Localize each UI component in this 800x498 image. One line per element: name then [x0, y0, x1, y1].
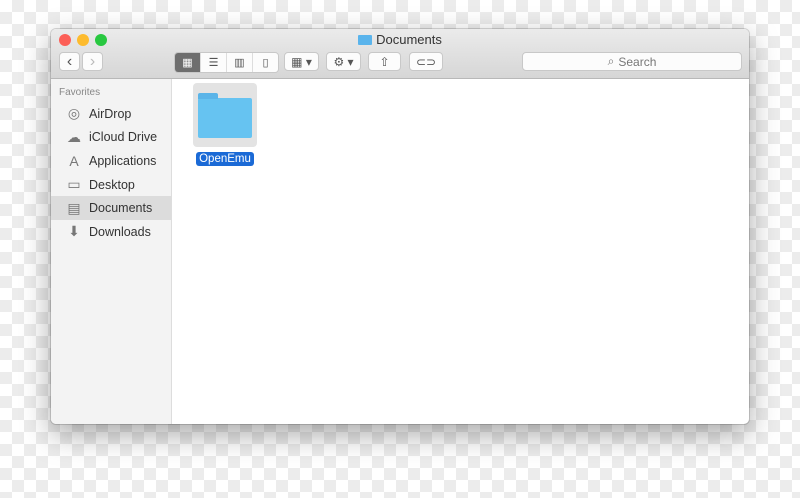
- finder-window: Documents ‹ › ▦ ☰ ▥ ▯ ▦ ▾ ⚙ ▾ ⇧ ⊂⊃ ⌕ Sear…: [51, 29, 749, 424]
- desktop-icon: ▭: [67, 176, 81, 193]
- arrange-button[interactable]: ▦ ▾: [284, 52, 319, 71]
- sidebar-item-label: Documents: [89, 201, 153, 216]
- sidebar-item-label: Downloads: [89, 224, 151, 239]
- view-mode-segment: ▦ ☰ ▥ ▯: [174, 52, 279, 73]
- file-name: OpenEmu: [196, 152, 254, 166]
- airdrop-icon: ◎: [67, 105, 81, 122]
- sidebar-item-documents[interactable]: ▤ Documents: [51, 196, 171, 220]
- search-icon: ⌕: [607, 54, 615, 68]
- title-text: Documents: [376, 32, 442, 47]
- sidebar: Favorites ◎ AirDrop ☁ iCloud Drive A Applic…: [51, 79, 172, 424]
- column-view-button[interactable]: ▥: [227, 53, 253, 72]
- sidebar-item-airdrop[interactable]: ◎ AirDrop: [51, 102, 171, 126]
- cloud-icon: ☁: [67, 128, 81, 145]
- sidebar-item-downloads[interactable]: ⬇ Downloads: [51, 220, 171, 244]
- tags-button[interactable]: ⊂⊃: [409, 52, 443, 71]
- window-title: Documents: [51, 32, 749, 47]
- downloads-icon: ⬇: [68, 223, 80, 240]
- folder-icon: [198, 93, 252, 138]
- toolbar: Documents ‹ › ▦ ☰ ▥ ▯ ▦ ▾ ⚙ ▾ ⇧ ⊂⊃ ⌕ Sear…: [51, 29, 749, 79]
- sidebar-item-label: iCloud Drive: [89, 130, 158, 145]
- sidebar-item-applications[interactable]: A Applications: [51, 149, 171, 173]
- action-gear-button[interactable]: ⚙ ▾: [326, 52, 361, 71]
- list-view-button[interactable]: ☰: [201, 53, 227, 72]
- sidebar-item-label: AirDrop: [89, 106, 132, 121]
- sidebar-item-label: Desktop: [89, 177, 135, 192]
- search-placeholder: Search: [618, 54, 657, 69]
- sidebar-heading: Favorites: [59, 87, 101, 98]
- share-button[interactable]: ⇧: [368, 52, 401, 71]
- icon-view-button[interactable]: ▦: [175, 53, 201, 72]
- search-input[interactable]: ⌕ Search: [522, 52, 742, 71]
- back-button[interactable]: ‹: [59, 52, 80, 71]
- sidebar-item-label: Applications: [89, 153, 157, 168]
- sidebar-item-desktop[interactable]: ▭ Desktop: [51, 173, 171, 197]
- documents-icon: ▤: [67, 199, 81, 216]
- forward-button[interactable]: ›: [82, 52, 103, 71]
- sidebar-item-icloud-drive[interactable]: ☁ iCloud Drive: [51, 126, 171, 150]
- file-item-openemu[interactable]: OpenEmu: [193, 83, 257, 167]
- folder-icon: [358, 35, 373, 45]
- file-thumbnail: [193, 83, 257, 147]
- applications-icon: A: [69, 152, 79, 169]
- gallery-view-button[interactable]: ▯: [253, 53, 278, 72]
